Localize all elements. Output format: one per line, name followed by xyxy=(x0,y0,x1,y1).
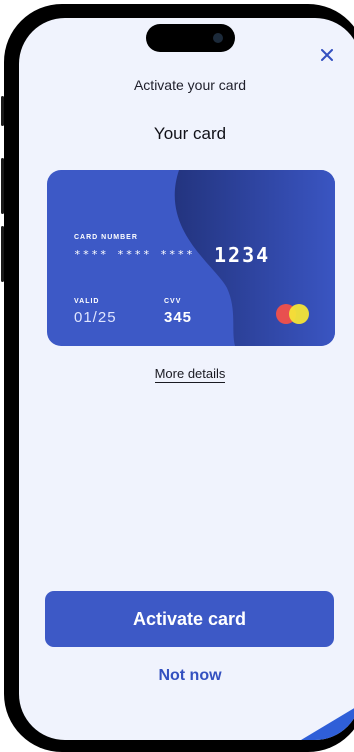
mastercard-logo-icon xyxy=(276,304,310,324)
camera-icon xyxy=(213,33,223,43)
close-button[interactable] xyxy=(316,44,338,66)
valid-label: VALID xyxy=(74,298,100,305)
card-number-label: CARD NUMBER xyxy=(74,234,138,241)
more-details-link[interactable]: More details xyxy=(154,366,226,383)
not-now-button[interactable]: Not now xyxy=(19,667,354,685)
payment-card[interactable]: CARD NUMBER **** **** **** 1234 VALID 01… xyxy=(47,170,335,346)
close-icon xyxy=(321,49,333,61)
card-number-last-four: 1234 xyxy=(214,243,271,267)
more-details-container: More details xyxy=(19,365,354,383)
card-number-masked: **** **** **** xyxy=(74,248,195,261)
section-title: Your card xyxy=(153,124,227,143)
page-title: Activate your card xyxy=(133,77,247,93)
cvv-value: 345 xyxy=(164,309,193,326)
app-screen: Activate your card Your card CARD NUMBER… xyxy=(19,18,354,740)
cvv-label: CVV xyxy=(164,298,182,305)
volume-up-button xyxy=(1,158,4,214)
action-button xyxy=(1,96,4,126)
valid-value: 01/25 xyxy=(74,309,117,326)
activate-card-button[interactable]: Activate card xyxy=(45,591,334,647)
corner-decoration xyxy=(301,708,354,740)
volume-down-button xyxy=(1,226,4,282)
dynamic-island xyxy=(146,24,235,52)
phone-frame: Activate your card Your card CARD NUMBER… xyxy=(1,4,354,752)
